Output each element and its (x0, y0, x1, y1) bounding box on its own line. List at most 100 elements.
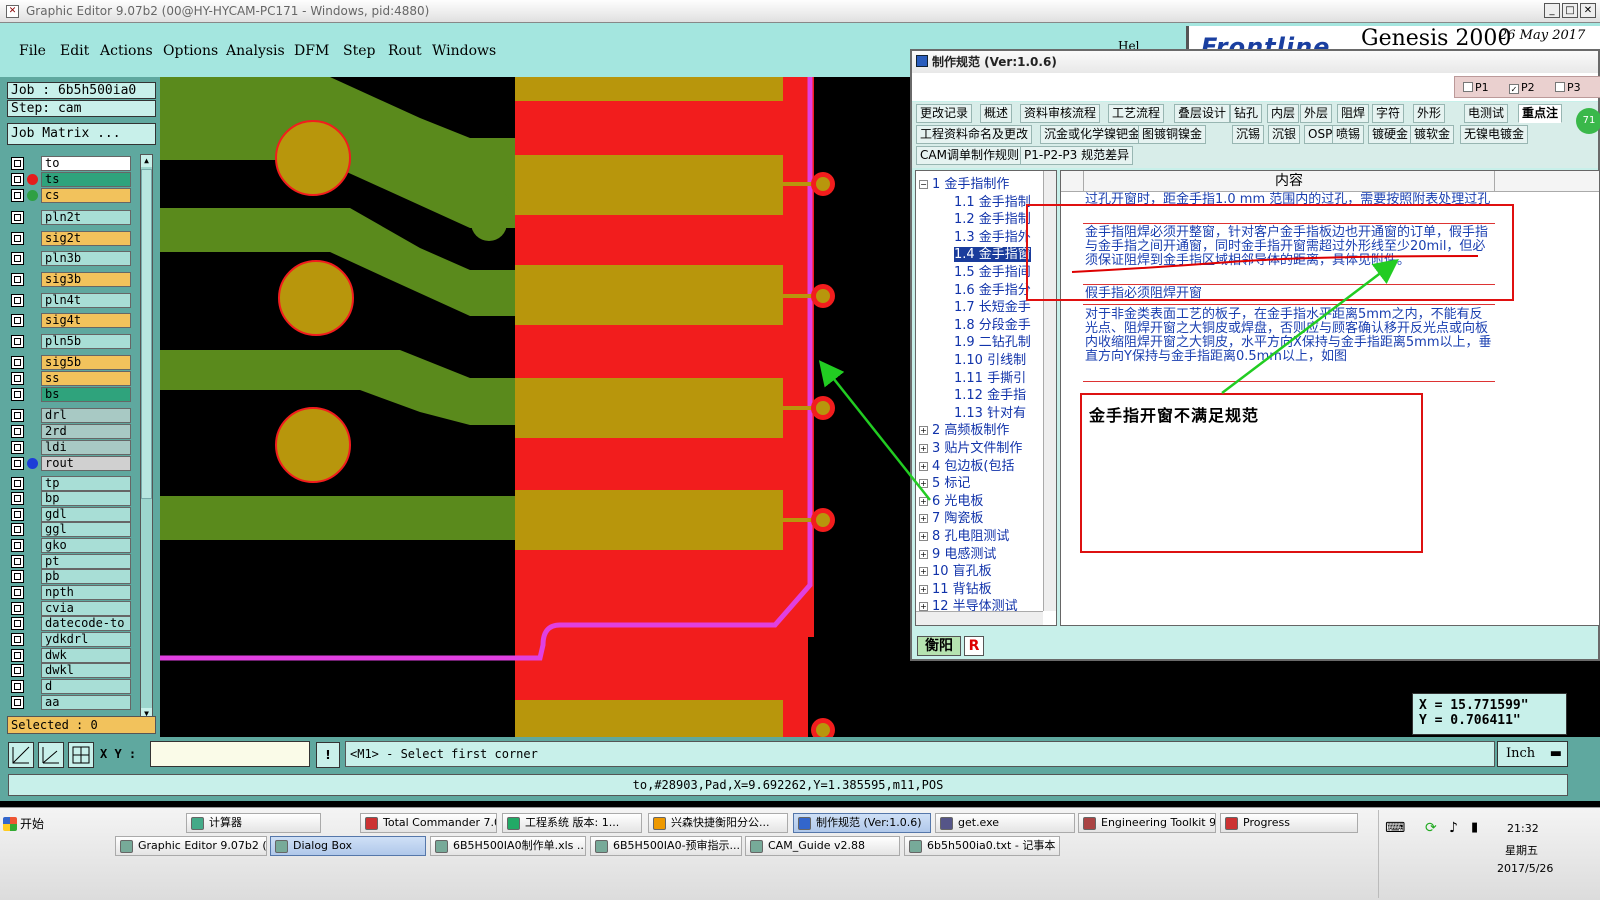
layer-row-ss[interactable]: ss (11, 371, 131, 386)
layer-name[interactable]: gko (41, 538, 131, 553)
layer-row-gdl[interactable]: gdl (11, 507, 131, 522)
layer-checkbox[interactable] (11, 335, 24, 348)
taskbar-item[interactable]: 制作规范 (Ver:1.0.6) (793, 813, 931, 833)
layer-name[interactable]: tp (41, 476, 131, 491)
scroll-thumb[interactable] (141, 169, 152, 499)
expand-icon[interactable]: + (919, 479, 928, 489)
signal-icon[interactable]: ▮ (1471, 820, 1478, 835)
command-indicator-button[interactable]: ! (316, 742, 340, 768)
p3-checkbox[interactable]: P3 (1555, 81, 1581, 94)
zoom-tool-button[interactable] (8, 742, 34, 768)
layer-checkbox[interactable] (11, 425, 24, 438)
taskbar-item[interactable]: 兴森快捷衡阳分公... (648, 813, 788, 833)
layer-checkbox[interactable] (11, 696, 24, 709)
layer-name[interactable]: ggl (41, 522, 131, 537)
taskbar-item[interactable]: 6B5H500IA0制作单.xls ... (430, 836, 586, 856)
menu-dfm[interactable]: DFM (294, 43, 329, 59)
expand-icon[interactable]: + (919, 444, 928, 453)
layer-name[interactable]: pln2t (41, 210, 131, 225)
layer-name[interactable]: aa (41, 695, 131, 710)
layer-checkbox[interactable] (11, 273, 24, 286)
measure-tool-button[interactable] (38, 742, 64, 768)
layer-row-pln2t[interactable]: pln2t (11, 210, 131, 225)
tab-tabs_row1-1[interactable]: 概述 (980, 104, 1013, 123)
layer-name[interactable]: pln3b (41, 251, 131, 266)
tab-tabs_row1-3[interactable]: 工艺流程 (1108, 104, 1165, 123)
grid-row[interactable]: 对于非金类表面工艺的板子，在金手指水平距离5mm之内，不能有反光点、阻焊开窗之大… (1083, 308, 1495, 382)
taskbar-item[interactable]: CAM_Guide v2.88 (745, 836, 900, 856)
tab-tabs_row2-4[interactable]: 沉银 (1268, 125, 1301, 144)
expand-icon[interactable]: + (919, 584, 928, 594)
layer-checkbox[interactable] (11, 492, 24, 505)
layer-name[interactable]: pln5b (41, 334, 131, 349)
layer-name[interactable]: ldi (41, 440, 131, 455)
layer-row-sig2t[interactable]: sig2t (11, 231, 131, 246)
taskbar-item[interactable]: Progress (1220, 813, 1358, 833)
layer-checkbox[interactable] (11, 649, 24, 662)
taskbar-item[interactable]: Graphic Editor 9.07b2 (0... (115, 836, 267, 856)
layer-name[interactable]: 2rd (41, 424, 131, 439)
spec-dialog-titlebar[interactable]: 制作规范 (Ver:1.0.6) (912, 51, 1598, 73)
tree-node[interactable]: −1 金手指制作 (919, 173, 1009, 192)
layer-checkbox[interactable] (11, 173, 24, 186)
layer-row-dwk[interactable]: dwk (11, 648, 131, 663)
layer-name[interactable]: sig4t (41, 313, 131, 328)
layer-name[interactable]: cs (41, 188, 131, 203)
tab-tabs_row1-2[interactable]: 资料审核流程 (1020, 104, 1101, 123)
taskbar-item[interactable]: 6B5H500IA0-预审指示.... (590, 836, 742, 856)
layer-name[interactable]: ts (41, 172, 131, 187)
layer-checkbox[interactable] (11, 602, 24, 615)
layer-row-sig4t[interactable]: sig4t (11, 313, 131, 328)
layer-checkbox[interactable] (11, 586, 24, 599)
layer-row-pln4t[interactable]: pln4t (11, 293, 131, 308)
tab-tabs_row1-0[interactable]: 更改记录 (916, 104, 973, 123)
tab-tabs_row1-12[interactable]: 重点注 (1518, 104, 1563, 123)
taskbar-item[interactable]: Total Commander 7.0... (360, 813, 497, 833)
close-button[interactable]: ✕ (1580, 3, 1596, 18)
clock-time[interactable]: 21:32 (1507, 822, 1539, 835)
tree-node[interactable]: +3 贴片文件制作 (919, 437, 1022, 456)
layer-checkbox[interactable] (11, 189, 24, 202)
grid-tool-button[interactable] (68, 742, 94, 768)
layer-name[interactable]: bs (41, 387, 131, 402)
layer-checkbox[interactable] (11, 356, 24, 369)
tree-node[interactable]: +12 半导体测试 (919, 595, 1018, 614)
layer-name[interactable]: ss (41, 371, 131, 386)
tab-tabs_row1-8[interactable]: 阻焊 (1337, 104, 1370, 123)
expand-icon[interactable]: + (919, 461, 928, 471)
layer-row-pln5b[interactable]: pln5b (11, 334, 131, 349)
volume-icon[interactable]: ♪ (1449, 820, 1458, 836)
layer-name[interactable]: sig5b (41, 355, 131, 370)
menu-options[interactable]: Options (163, 43, 218, 59)
menu-rout[interactable]: Rout (388, 43, 422, 59)
layer-name[interactable]: rout (41, 456, 131, 471)
layer-name[interactable]: bp (41, 491, 131, 506)
collapse-icon[interactable]: − (919, 180, 928, 189)
layer-row-aa[interactable]: aa (11, 695, 131, 710)
layer-checkbox[interactable] (11, 457, 24, 470)
layer-row-2rd[interactable]: 2rd (11, 424, 131, 439)
sync-icon[interactable]: ⟳ (1425, 820, 1437, 836)
tree-node[interactable]: 1.13 针对有 (954, 402, 1026, 421)
job-matrix-button[interactable]: Job Matrix ... (7, 123, 156, 145)
layer-name[interactable]: drl (41, 408, 131, 423)
r-button[interactable]: R (964, 636, 984, 656)
tab-tabs_row1-11[interactable]: 电测试 (1464, 104, 1509, 123)
expand-icon[interactable]: + (919, 567, 928, 577)
tab-tabs_row1-10[interactable]: 外形 (1413, 104, 1446, 123)
layer-name[interactable]: pt (41, 554, 131, 569)
tab-tabs_row2-9[interactable]: 无镍电镀金 (1460, 125, 1529, 144)
tree-node[interactable]: +9 电感测试 (919, 543, 996, 562)
tab-tabs_row2-0[interactable]: 工程资料命名及更改 (916, 125, 1033, 144)
layer-row-sig5b[interactable]: sig5b (11, 355, 131, 370)
layer-row-drl[interactable]: drl (11, 408, 131, 423)
layer-name[interactable]: ydkdrl (41, 632, 131, 647)
taskbar-item[interactable]: get.exe (935, 813, 1075, 833)
tree-node[interactable]: 1.9 二钻孔制 (954, 331, 1031, 350)
tab-tabs_row2-2[interactable]: 图镀铜镍金 (1138, 125, 1207, 144)
tree-node[interactable]: +10 盲孔板 (919, 560, 992, 579)
tree-node[interactable]: 1.5 金手指间 (954, 261, 1031, 280)
tree-node[interactable]: +8 孔电阻测试 (919, 525, 1009, 544)
taskbar-item[interactable]: Engineering Toolkit 9.... (1078, 813, 1216, 833)
taskbar-item[interactable]: 6b5h500ia0.txt - 记事本 (904, 836, 1060, 856)
